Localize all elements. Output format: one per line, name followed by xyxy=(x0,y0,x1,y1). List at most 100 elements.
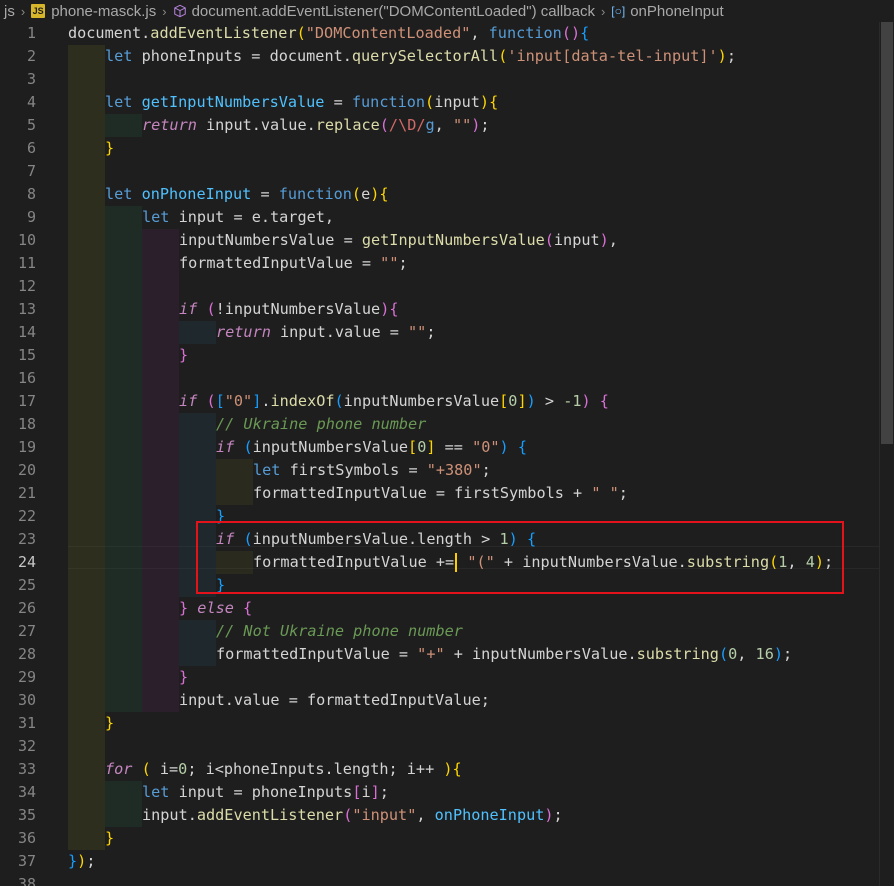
code-token: ) xyxy=(599,231,609,249)
line-number[interactable]: 38 xyxy=(0,873,36,886)
code-token: } xyxy=(216,507,226,525)
breadcrumb-folder[interactable]: js xyxy=(4,3,15,20)
line-number[interactable]: 18 xyxy=(0,413,36,436)
indent-guide xyxy=(105,275,142,298)
code-token: ( xyxy=(243,438,253,456)
code-line[interactable]: // Not Ukraine phone number xyxy=(216,620,463,643)
code-line[interactable]: inputNumbersValue = getInputNumbersValue… xyxy=(179,229,618,252)
code-area[interactable]: document.addEventListener("DOMContentLoa… xyxy=(68,22,880,886)
code-line[interactable]: input.addEventListener("input", onPhoneI… xyxy=(142,804,563,827)
scrollbar-thumb[interactable] xyxy=(881,22,893,444)
code-line[interactable]: if (inputNumbersValue.length > 1) { xyxy=(216,528,536,551)
code-editor[interactable]: 1 2 3 4 5 6 7 8 9 10 11 12 13 14 15 16 17 18 19 20 21 22 23 24 2… xyxy=(0,22,894,886)
code-line[interactable]: input.value = formattedInputValue; xyxy=(179,689,490,712)
code-token: getInputNumbersValue xyxy=(361,231,545,249)
code-line[interactable]: } else { xyxy=(179,597,252,620)
line-number[interactable]: 25 xyxy=(0,574,36,597)
line-number[interactable]: 13 xyxy=(0,298,36,321)
code-line[interactable]: let input = e.target, xyxy=(142,206,334,229)
code-line[interactable]: if (!inputNumbersValue){ xyxy=(179,298,399,321)
line-number-gutter[interactable]: 1 2 3 4 5 6 7 8 9 10 11 12 13 14 15 16 17 18 19 20 21 22 23 24 2… xyxy=(0,22,48,886)
code-line[interactable]: } xyxy=(105,137,114,160)
code-line[interactable]: let firstSymbols = "+380"; xyxy=(253,459,491,482)
line-number[interactable]: 31 xyxy=(0,712,36,735)
code-line[interactable]: let getInputNumbersValue = function(inpu… xyxy=(105,91,498,114)
line-number[interactable]: 20 xyxy=(0,459,36,482)
breadcrumb-callback[interactable]: document.addEventListener("DOMContentLoa… xyxy=(173,3,595,20)
line-number[interactable]: 17 xyxy=(0,390,36,413)
line-number[interactable]: 1 xyxy=(0,22,36,45)
line-number[interactable]: 7 xyxy=(0,160,36,183)
code-token: inputNumbersValue = xyxy=(179,231,362,249)
line-number[interactable]: 21 xyxy=(0,482,36,505)
code-token: let xyxy=(142,208,179,226)
line-number[interactable]: 35 xyxy=(0,804,36,827)
line-number[interactable]: 30 xyxy=(0,689,36,712)
line-number[interactable]: 15 xyxy=(0,344,36,367)
code-token: input.value = formattedInputValue; xyxy=(179,691,490,709)
line-number[interactable]: 19 xyxy=(0,436,36,459)
breadcrumb-symbol[interactable]: [○] onPhoneInput xyxy=(611,3,723,20)
code-line[interactable]: } xyxy=(105,712,114,735)
line-number[interactable]: 28 xyxy=(0,643,36,666)
vertical-scrollbar[interactable] xyxy=(880,22,894,886)
code-line[interactable]: formattedInputValue += "(" + inputNumber… xyxy=(253,551,833,574)
code-token: ) xyxy=(370,185,380,203)
line-number[interactable]: 22 xyxy=(0,505,36,528)
code-token: 1 xyxy=(499,530,509,548)
code-line[interactable]: let onPhoneInput = function(e){ xyxy=(105,183,389,206)
code-line[interactable]: let phoneInputs = document.querySelector… xyxy=(105,45,736,68)
line-number[interactable]: 4 xyxy=(0,91,36,114)
line-number[interactable]: 6 xyxy=(0,137,36,160)
code-token: indexOf xyxy=(270,392,335,410)
line-number[interactable]: 9 xyxy=(0,206,36,229)
line-number[interactable]: 16 xyxy=(0,367,36,390)
code-line[interactable]: }); xyxy=(68,850,95,873)
line-number[interactable]: 11 xyxy=(0,252,36,275)
code-token: "0" xyxy=(472,438,500,456)
line-number[interactable]: 34 xyxy=(0,781,36,804)
line-number[interactable]: 26 xyxy=(0,597,36,620)
code-line[interactable]: return input.value = ""; xyxy=(216,321,435,344)
code-line[interactable]: formattedInputValue = ""; xyxy=(179,252,408,275)
line-number[interactable]: 8 xyxy=(0,183,36,206)
line-number[interactable]: 12 xyxy=(0,275,36,298)
code-token: function xyxy=(278,185,352,203)
code-line[interactable]: return input.value.replace(/\D/g, ""); xyxy=(142,114,490,137)
indent-guide xyxy=(142,298,179,321)
code-line[interactable]: if (inputNumbersValue[0] == "0") { xyxy=(216,436,527,459)
line-number[interactable]: 14 xyxy=(0,321,36,344)
line-number[interactable]: 37 xyxy=(0,850,36,873)
code-line[interactable]: } xyxy=(105,827,114,850)
code-line[interactable]: } xyxy=(179,666,188,689)
line-number[interactable]: 23 xyxy=(0,528,36,551)
line-number[interactable]: 29 xyxy=(0,666,36,689)
code-token: input.value. xyxy=(206,116,316,134)
code-line[interactable]: if (["0"].indexOf(inputNumbersValue[0]) … xyxy=(179,390,609,413)
breadcrumb-file[interactable]: JS phone-masck.js xyxy=(31,3,156,20)
line-number[interactable]: 32 xyxy=(0,735,36,758)
code-line[interactable]: // Ukraine phone number xyxy=(216,413,426,436)
line-number[interactable]: 33 xyxy=(0,758,36,781)
line-number[interactable]: 36 xyxy=(0,827,36,850)
code-line[interactable]: } xyxy=(216,574,225,597)
code-token: ] xyxy=(517,392,527,410)
indent-guide xyxy=(105,505,142,528)
line-number[interactable]: 24 xyxy=(0,551,36,574)
code-line[interactable]: document.addEventListener("DOMContentLoa… xyxy=(68,22,589,45)
line-number[interactable]: 3 xyxy=(0,68,36,91)
code-line[interactable]: let input = phoneInputs[i]; xyxy=(142,781,389,804)
line-number[interactable]: 27 xyxy=(0,620,36,643)
code-line[interactable]: } xyxy=(216,505,225,528)
code-line[interactable]: } xyxy=(179,344,188,367)
line-number[interactable]: 10 xyxy=(0,229,36,252)
line-number[interactable]: 5 xyxy=(0,114,36,137)
code-line[interactable]: formattedInputValue = firstSymbols + " "… xyxy=(253,482,628,505)
indent-guide xyxy=(179,482,216,505)
code-line[interactable]: for ( i=0; i<phoneInputs.length; i++ ){ xyxy=(105,758,462,781)
code-line[interactable]: formattedInputValue = "+" + inputNumbers… xyxy=(216,643,792,666)
indent-guide xyxy=(179,413,216,436)
line-number[interactable]: 2 xyxy=(0,45,36,68)
code-token: else xyxy=(188,599,244,617)
